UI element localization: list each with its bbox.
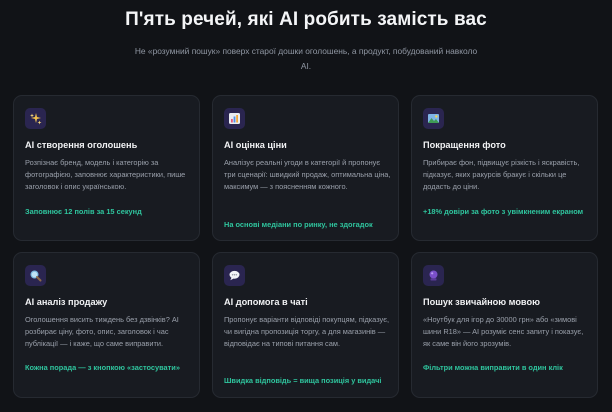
card-highlight: Швидка відповідь = вища позиція у видачі xyxy=(224,376,382,385)
card-highlight: +18% довіри за фото з увімкненим екраном xyxy=(423,207,584,216)
card-description: «Ноутбук для ігор до 30000 грн» або «зим… xyxy=(423,315,584,348)
magnifier-icon xyxy=(25,265,46,286)
feature-card-sales-analysis: AI аналіз продажу Оголошення висить тижд… xyxy=(13,252,200,398)
card-description: Оголошення висить тиждень без дзвінків? … xyxy=(25,315,179,348)
card-highlight: Заповнює 12 полів за 15 секунд xyxy=(25,207,142,216)
card-highlight: Фільтри можна виправити в один клік xyxy=(423,363,563,372)
feature-card-photo-enhance: Покращення фото Прибирає фон, підвищує р… xyxy=(411,95,598,241)
page-subtitle: Не «розумний пошук» поверх старої дошки … xyxy=(134,46,478,71)
card-title: AI допомога в чаті xyxy=(224,297,308,307)
page: П'ять речей, які AI робить замість вас Н… xyxy=(0,0,612,412)
chat-bubble-icon xyxy=(224,265,245,286)
picture-icon xyxy=(423,108,444,129)
page-title: П'ять речей, які AI робить замість вас xyxy=(125,9,487,30)
card-title: Покращення фото xyxy=(423,140,506,150)
card-title: AI створення оголошень xyxy=(25,140,138,150)
card-highlight: На основі медіани по ринку, не здогадок xyxy=(224,220,373,229)
card-title: AI аналіз продажу xyxy=(25,297,108,307)
card-title: AI оцінка ціни xyxy=(224,140,287,150)
feature-card-chat-assistant: AI допомога в чаті Пропонує варіанти від… xyxy=(212,252,399,398)
card-description: Розпізнає бренд, модель і категорію за ф… xyxy=(25,158,186,191)
card-description: Пропонує варіанти відповіді покупцям, пі… xyxy=(224,315,390,348)
feature-card-listing-creation: AI створення оголошень Розпізнає бренд, … xyxy=(13,95,200,241)
bar-chart-icon xyxy=(224,108,245,129)
crystal-ball-icon xyxy=(423,265,444,286)
card-description: Аналізує реальні угоди в категорії й про… xyxy=(224,158,391,191)
feature-card-natural-search: Пошук звичайною мовою «Ноутбук для ігор … xyxy=(411,252,598,398)
feature-card-price-estimate: AI оцінка ціни Аналізує реальні угоди в … xyxy=(212,95,399,241)
sparkles-icon xyxy=(25,108,46,129)
card-highlight: Кожна порада — з кнопкою «застосувати» xyxy=(25,363,180,372)
card-description: Прибирає фон, підвищує різкість і яскрав… xyxy=(423,158,580,191)
card-title: Пошук звичайною мовою xyxy=(423,297,540,307)
